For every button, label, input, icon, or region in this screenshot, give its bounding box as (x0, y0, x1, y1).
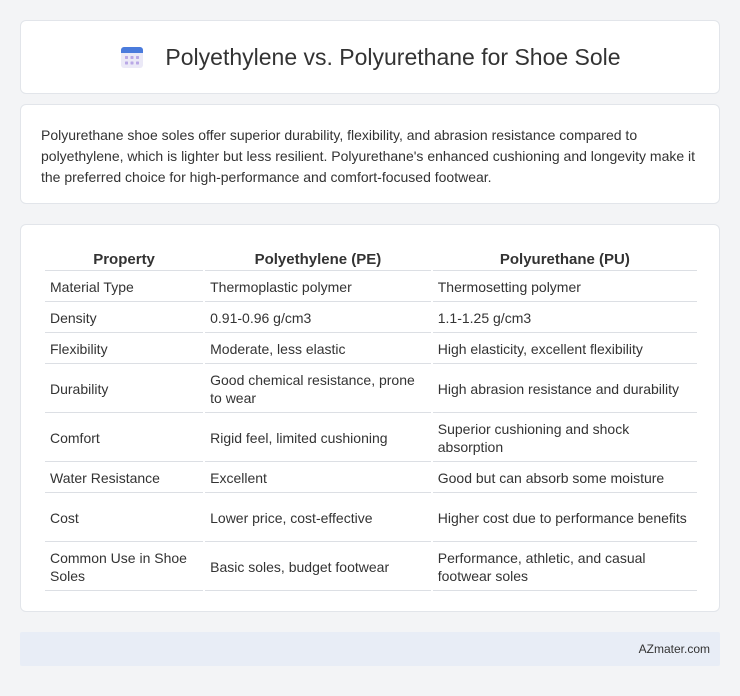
footer-site-link[interactable]: AZmater.com (639, 642, 710, 656)
table-cell: Higher cost due to performance benefits (432, 495, 697, 542)
page-title: Polyethylene vs. Polyurethane for Shoe S… (165, 43, 621, 70)
table-row: Flexibility Moderate, less elastic High … (45, 335, 697, 364)
table-cell: Water Resistance (45, 464, 204, 493)
comparison-table-card: Property Polyethylene (PE) Polyurethane … (20, 224, 720, 612)
table-cell: Comfort (45, 415, 204, 462)
calendar-grid-icon (119, 44, 145, 70)
table-cell: Material Type (45, 273, 204, 302)
table-cell: High abrasion resistance and durability (432, 366, 697, 413)
table-row: Density 0.91-0.96 g/cm3 1.1-1.25 g/cm3 (45, 304, 697, 333)
table-cell: Good chemical resistance, prone to wear (205, 366, 431, 413)
table-cell: Durability (45, 366, 204, 413)
table-cell: Flexibility (45, 335, 204, 364)
table-cell: Excellent (205, 464, 431, 493)
table-cell: High elasticity, excellent flexibility (432, 335, 697, 364)
table-cell: Thermoplastic polymer (205, 273, 431, 302)
table-cell: Common Use in Shoe Soles (45, 544, 204, 591)
table-cell: 1.1-1.25 g/cm3 (432, 304, 697, 333)
table-cell: Lower price, cost-effective (205, 495, 431, 542)
summary-card: Polyurethane shoe soles offer superior d… (20, 104, 720, 204)
table-cell: Basic soles, budget footwear (205, 544, 431, 591)
table-row: Common Use in Shoe Soles Basic soles, bu… (45, 544, 697, 591)
summary-text: Polyurethane shoe soles offer superior d… (41, 127, 696, 185)
footer-bar: AZmater.com (20, 632, 720, 666)
table-cell: Moderate, less elastic (205, 335, 431, 364)
table-cell: Thermosetting polymer (432, 273, 697, 302)
title-card: Polyethylene vs. Polyurethane for Shoe S… (20, 20, 720, 94)
table-cell: Rigid feel, limited cushioning (205, 415, 431, 462)
table-row: Water Resistance Excellent Good but can … (45, 464, 697, 493)
table-cell: 0.91-0.96 g/cm3 (205, 304, 431, 333)
table-cell: Density (45, 304, 204, 333)
table-cell: Cost (45, 495, 204, 542)
column-header: Polyurethane (PU) (432, 247, 697, 271)
column-header: Polyethylene (PE) (205, 247, 431, 271)
comparison-table: Property Polyethylene (PE) Polyurethane … (43, 245, 699, 593)
table-cell: Performance, athletic, and casual footwe… (432, 544, 697, 591)
table-row: Durability Good chemical resistance, pro… (45, 366, 697, 413)
table-row: Material Type Thermoplastic polymer Ther… (45, 273, 697, 302)
table-header-row: Property Polyethylene (PE) Polyurethane … (45, 247, 697, 271)
column-header: Property (45, 247, 204, 271)
table-cell: Superior cushioning and shock absorption (432, 415, 697, 462)
table-cell: Good but can absorb some moisture (432, 464, 697, 493)
table-row: Cost Lower price, cost-effective Higher … (45, 495, 697, 542)
table-row: Comfort Rigid feel, limited cushioning S… (45, 415, 697, 462)
